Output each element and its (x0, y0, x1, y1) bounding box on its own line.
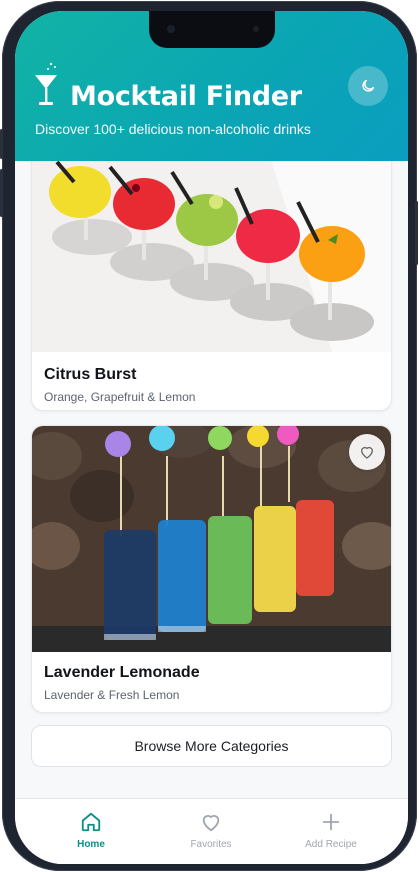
favorite-button[interactable] (349, 434, 385, 470)
recipe-name: Lavender Lemonade (44, 664, 200, 681)
colorful-citrus-cocktails-photo (32, 161, 391, 352)
recipe-card[interactable]: Citrus Burst Orange, Grapefruit & Lemon (31, 161, 392, 411)
heart-icon (360, 446, 374, 459)
recipe-description: Lavender & Fresh Lemon (44, 688, 180, 702)
tab-favorites-label: Favorites (190, 839, 232, 850)
bottom-tab-bar: Home Favorites Add Recipe (15, 798, 408, 864)
recipe-list[interactable]: Citrus Burst Orange, Grapefruit & Lemon (15, 161, 408, 799)
recipe-card[interactable]: Lavender Lemonade Lavender & Fresh Lemon (31, 425, 392, 713)
cocktail-glass-icon (35, 62, 57, 105)
theme-toggle-button[interactable] (348, 66, 388, 106)
tab-home-label: Home (77, 839, 105, 850)
app-subtitle: Discover 100+ delicious non-alcoholic dr… (35, 121, 311, 137)
app-screen: Mocktail Finder Discover 100+ delicious … (15, 11, 408, 864)
power-button (415, 201, 418, 265)
volume-up-button (0, 129, 3, 159)
recipe-name: Citrus Burst (44, 366, 137, 383)
tab-home[interactable]: Home (31, 811, 151, 850)
volume-down-button (0, 169, 3, 217)
plus-icon (322, 813, 340, 831)
app-title: Mocktail Finder (70, 81, 302, 112)
phone-frame: Mocktail Finder Discover 100+ delicious … (0, 1, 418, 871)
notch (149, 11, 275, 48)
rainbow-lemonade-glasses-photo (32, 426, 391, 652)
heart-icon (202, 815, 220, 832)
recipe-description: Orange, Grapefruit & Lemon (44, 390, 196, 404)
tab-add-recipe-label: Add Recipe (305, 839, 357, 850)
tab-favorites[interactable]: Favorites (151, 811, 271, 850)
browse-categories-button[interactable]: Browse More Categories (31, 725, 392, 767)
home-icon (81, 812, 101, 832)
moon-icon (362, 79, 375, 92)
tab-add-recipe[interactable]: Add Recipe (271, 811, 391, 850)
